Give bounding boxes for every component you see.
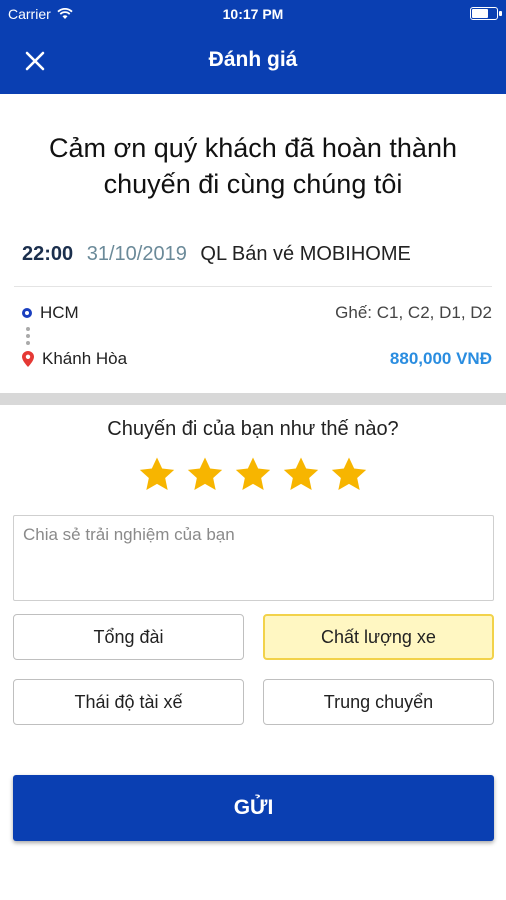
tag-tong-dai[interactable]: Tổng đài bbox=[13, 614, 244, 660]
trip-time: 22:00 bbox=[22, 243, 74, 265]
star-icon[interactable] bbox=[281, 455, 321, 495]
tag-chat-luong-xe[interactable]: Chất lượng xe bbox=[263, 614, 494, 660]
tag-thai-do-tai-xe[interactable]: Thái độ tài xế bbox=[13, 679, 244, 725]
star-icon[interactable] bbox=[137, 455, 177, 495]
divider bbox=[14, 286, 492, 287]
star-rating bbox=[0, 455, 506, 495]
star-icon[interactable] bbox=[185, 455, 225, 495]
submit-label: GỬI bbox=[233, 796, 274, 819]
status-bar: Carrier 10:17 PM bbox=[0, 0, 506, 28]
origin-dot-icon bbox=[22, 308, 32, 318]
destination-row: Khánh Hòa bbox=[22, 349, 127, 369]
comment-input[interactable] bbox=[13, 515, 494, 601]
page-title: Đánh giá bbox=[208, 48, 298, 71]
destination-label: Khánh Hòa bbox=[42, 349, 128, 368]
star-icon[interactable] bbox=[329, 455, 369, 495]
tag-label: Chất lượng xe bbox=[321, 626, 436, 647]
status-time: 10:17 PM bbox=[222, 6, 284, 22]
trip-date: 31/10/2019 bbox=[86, 243, 187, 265]
header-bar: Đánh giá bbox=[0, 28, 506, 94]
star-icon[interactable] bbox=[233, 455, 273, 495]
origin-row: HCM bbox=[22, 303, 79, 323]
tag-trung-chuyen[interactable]: Trung chuyển bbox=[263, 679, 494, 725]
battery-icon bbox=[470, 7, 502, 20]
origin-label: HCM bbox=[40, 303, 79, 322]
tag-label: Trung chuyển bbox=[323, 691, 434, 712]
route-dots-icon bbox=[26, 327, 30, 347]
tag-label: Tổng đài bbox=[93, 626, 164, 647]
seat-numbers: Ghế: C1, C2, D1, D2 bbox=[335, 303, 492, 322]
trip-summary: 22:00 31/10/2019 QL Bán vé MOBIHOME bbox=[22, 243, 411, 266]
rating-question: Chuyến đi của bạn như thế nào? bbox=[107, 418, 399, 440]
location-pin-icon bbox=[22, 351, 34, 367]
section-separator bbox=[0, 393, 506, 405]
tag-label: Thái độ tài xế bbox=[74, 691, 183, 712]
trip-price: 880,000 VNĐ bbox=[389, 349, 492, 368]
route-info: HCM Khánh Hòa Ghế: C1, C2, D1, D2 880,00… bbox=[22, 303, 492, 383]
trip-operator: QL Bán vé MOBIHOME bbox=[200, 243, 411, 265]
thanks-message: Cảm ơn quý khách đã hoàn thành chuyến đi… bbox=[49, 133, 457, 199]
submit-button[interactable]: GỬI bbox=[13, 775, 494, 841]
